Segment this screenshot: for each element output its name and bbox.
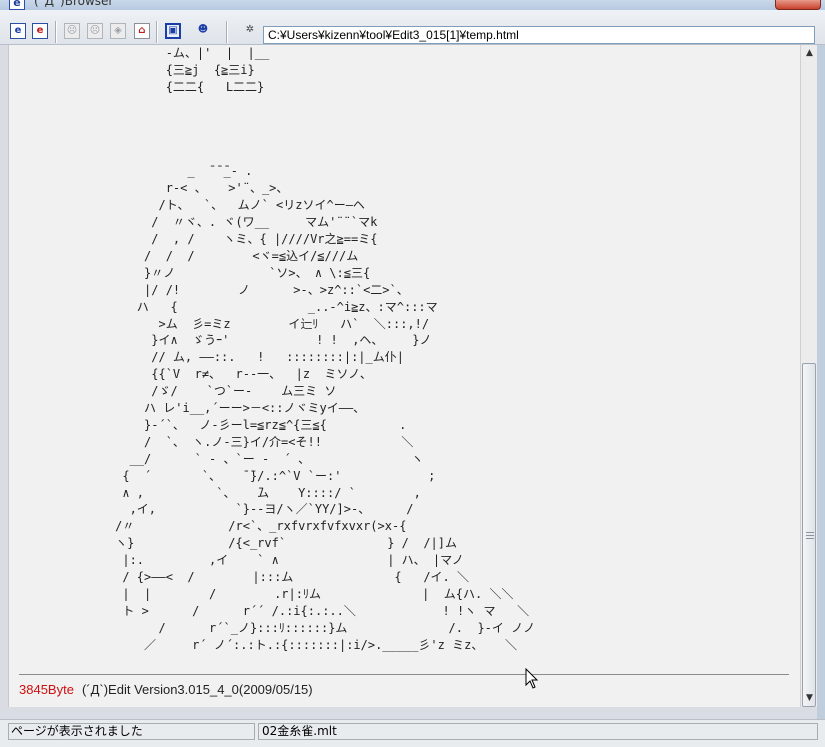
footer-divider [19,674,789,675]
scroll-down-icon[interactable]: ▼ [801,690,818,707]
back-button[interactable]: e [10,23,26,39]
aa-face-icon[interactable]: ☻ [195,23,211,39]
forward-button[interactable]: e [32,23,48,39]
home-icon[interactable]: ⌂ [134,23,150,39]
title-bar: e (´Д`)Browser [0,0,825,10]
window-frame [817,45,825,746]
page-content: -ム、|' | |__ {三≧j {≧三i} {二二{ L二二} _ ̄ ̄ ̄… [8,45,801,707]
window-title: (´Д`)Browser [34,0,114,8]
app-version: (´Д`)Edit Version3.015_4_0(2009/05/15) [81,682,313,697]
toolbar-separator [226,21,228,43]
toolbar: e e ☹ ☹ ◈ ⌂ ▣ ☻ ✲ C:¥Users¥kizenn¥tool¥E… [0,10,825,45]
byte-count: 3845Byte [19,682,74,697]
vertical-scrollbar[interactable]: ▲ ▼ [800,45,818,707]
status-bar: ページが表示されました 02金糸雀.mlt [0,719,825,747]
browser-logo-icon: e [9,0,25,10]
scroll-up-icon[interactable]: ▲ [801,45,818,62]
page-footer: 3845Byte (´Д`)Edit Version3.015_4_0(2009/… [19,682,313,697]
ascii-art: -ム、|' | |__ {三≧j {≧三i} {二二{ L二二} _ ̄ ̄ ̄… [115,46,536,652]
scroll-thumb[interactable] [802,363,816,707]
toolbar-separator [156,21,158,43]
face-1-icon[interactable]: ☹ [64,23,80,39]
toolbar-separator [55,21,57,43]
grip-icon [806,532,814,540]
address-bar[interactable]: C:¥Users¥kizenn¥tool¥Edit3_015[1]¥temp.h… [263,26,815,44]
face-2-icon[interactable]: ☹ [87,23,103,39]
settings-icon[interactable]: ✲ [242,23,258,39]
nav-icon[interactable]: ◈ [110,23,126,39]
mouse-cursor-icon [525,668,539,689]
status-text: ページが表示されました [8,723,255,740]
view-icon[interactable]: ▣ [165,23,181,39]
close-button[interactable] [775,0,821,10]
status-filename: 02金糸雀.mlt [258,723,818,740]
